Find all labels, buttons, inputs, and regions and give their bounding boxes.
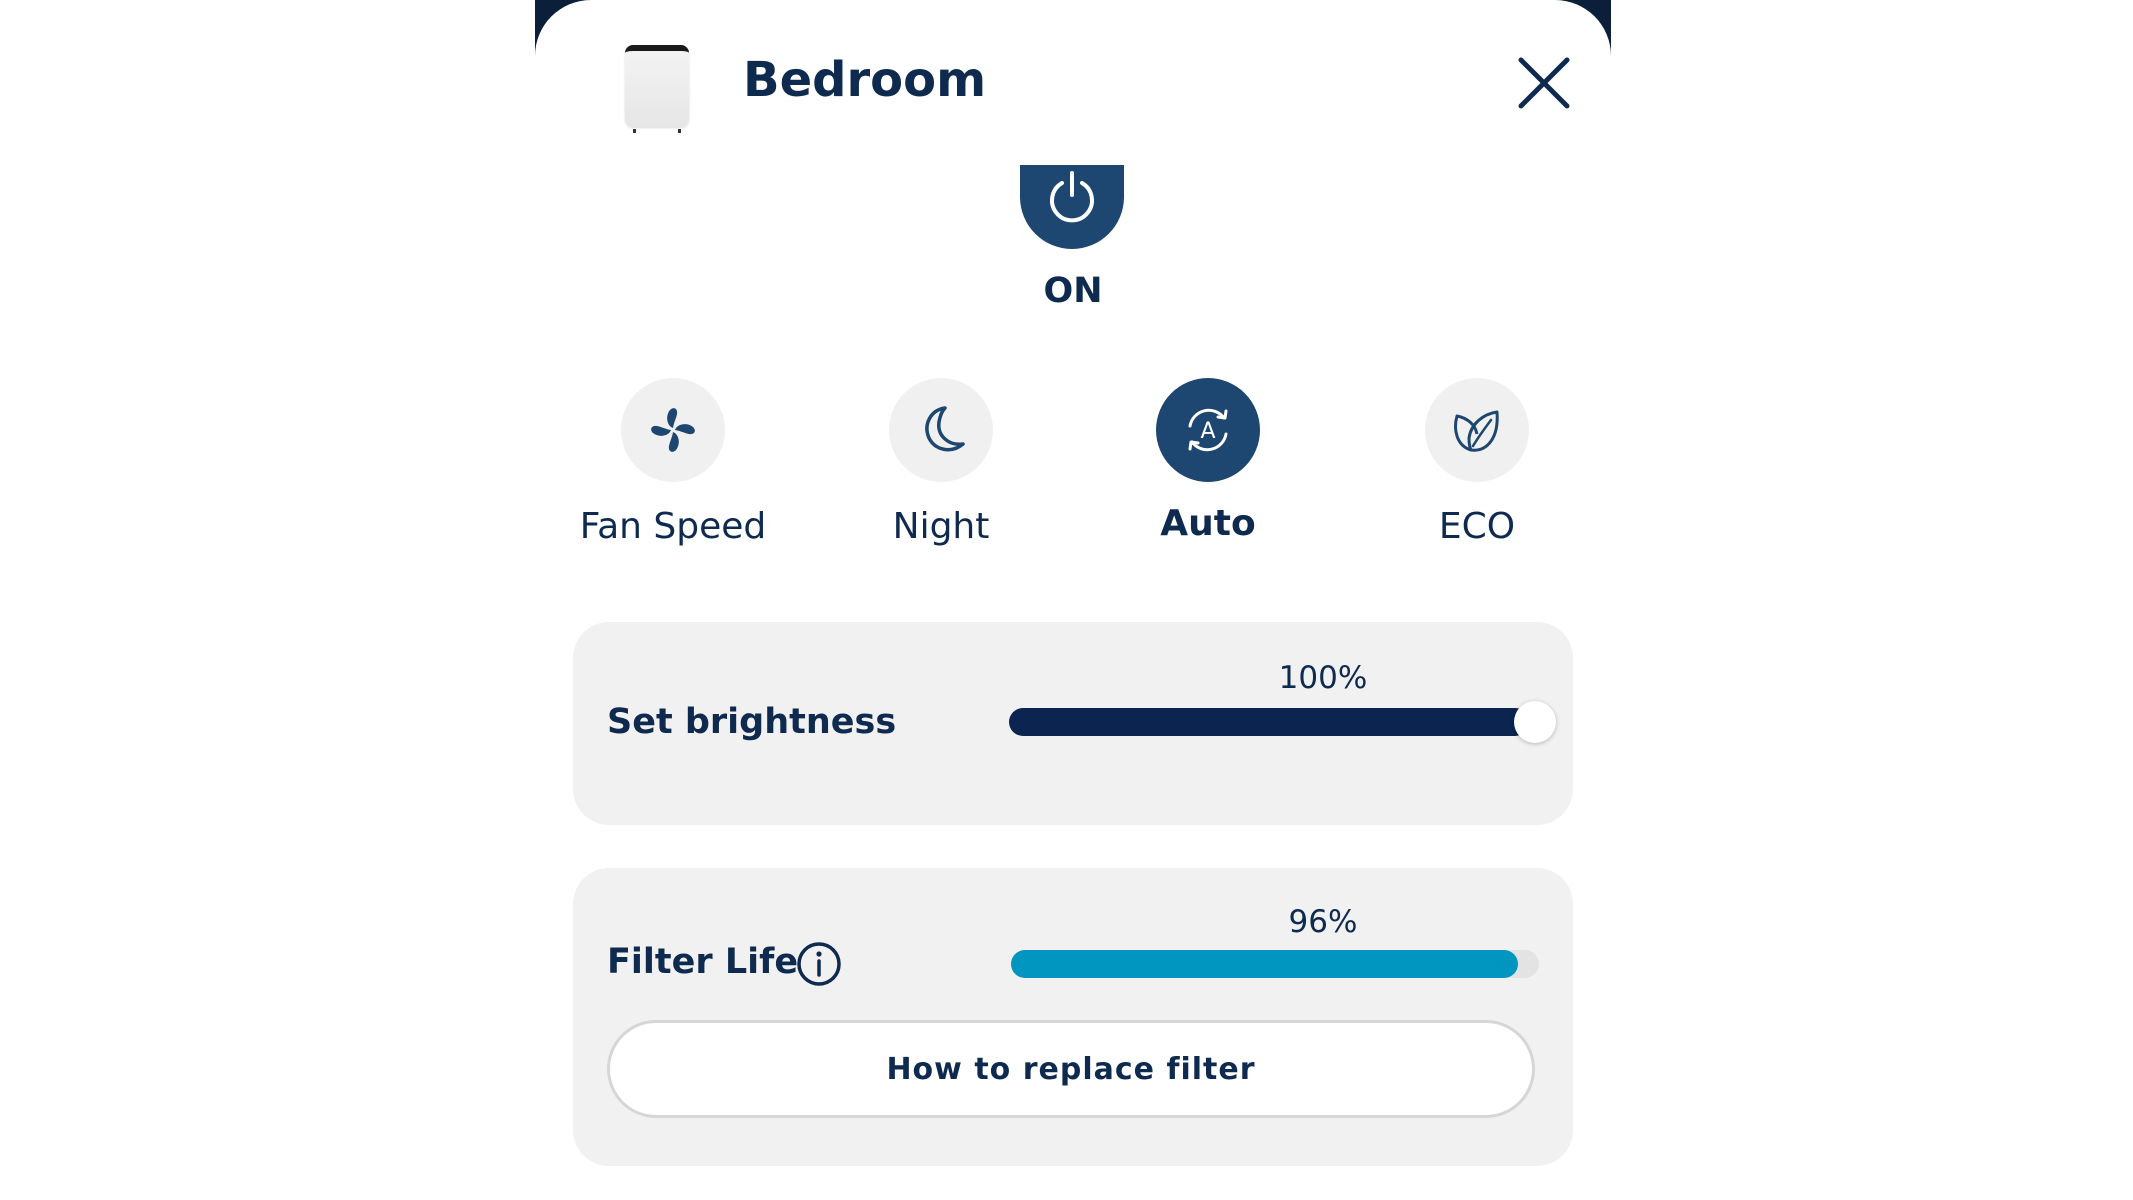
app-screen: Bedroom ON Fan Speed Night A Auto ECO Se… xyxy=(0,0,2133,1200)
brightness-slider[interactable] xyxy=(1009,708,1539,736)
fan-icon xyxy=(651,408,695,452)
mode-label: Auto xyxy=(1160,503,1256,544)
filter-life-bar-fill xyxy=(1011,950,1518,978)
power-button[interactable] xyxy=(1020,165,1124,249)
mode-label: ECO xyxy=(1438,506,1516,547)
close-button[interactable] xyxy=(1513,52,1575,114)
filter-info-button[interactable] xyxy=(795,940,843,988)
mode-eco[interactable]: ECO xyxy=(1361,378,1591,558)
device-control-sheet: Bedroom ON Fan Speed Night A Auto ECO Se… xyxy=(535,0,1611,1200)
brightness-title: Set brightness xyxy=(607,702,897,742)
power-icon xyxy=(1050,171,1094,223)
air-purifier-icon xyxy=(625,45,689,133)
mode-selector: Fan Speed Night A Auto ECO xyxy=(535,378,1611,558)
close-icon xyxy=(1518,57,1570,109)
power-control: ON xyxy=(535,165,1611,315)
mode-fan-speed[interactable]: Fan Speed xyxy=(557,378,787,558)
brightness-slider-thumb[interactable] xyxy=(1514,701,1556,743)
mode-label: Fan Speed xyxy=(579,506,767,547)
leaf-icon xyxy=(1454,410,1499,452)
filter-life-title: Filter Life xyxy=(607,942,799,982)
brightness-card: Set brightness 100% xyxy=(573,622,1573,825)
replace-filter-button[interactable]: How to replace filter xyxy=(607,1020,1535,1118)
sheet-header: Bedroom xyxy=(535,0,1611,160)
mode-label: Night xyxy=(892,506,990,547)
auto-mode-icon: A xyxy=(1188,408,1228,452)
mode-auto[interactable]: A Auto xyxy=(1092,378,1322,558)
moon-icon xyxy=(925,406,965,452)
svg-text:A: A xyxy=(1200,419,1215,444)
page-title: Bedroom xyxy=(743,52,987,108)
info-icon xyxy=(797,942,841,986)
mode-icon-circle xyxy=(1425,378,1529,482)
mode-icon-circle xyxy=(621,378,725,482)
mode-icon-circle xyxy=(889,378,993,482)
mode-night[interactable]: Night xyxy=(825,378,1055,558)
brightness-value: 100% xyxy=(1278,660,1368,696)
power-state-label: ON xyxy=(1043,271,1103,311)
brightness-slider-fill xyxy=(1009,708,1529,736)
filter-life-value: 96% xyxy=(1288,904,1358,940)
filter-life-bar xyxy=(1011,950,1539,978)
filter-life-card: Filter Life 96% How to replace filter xyxy=(573,868,1573,1166)
mode-icon-circle: A xyxy=(1156,378,1260,482)
